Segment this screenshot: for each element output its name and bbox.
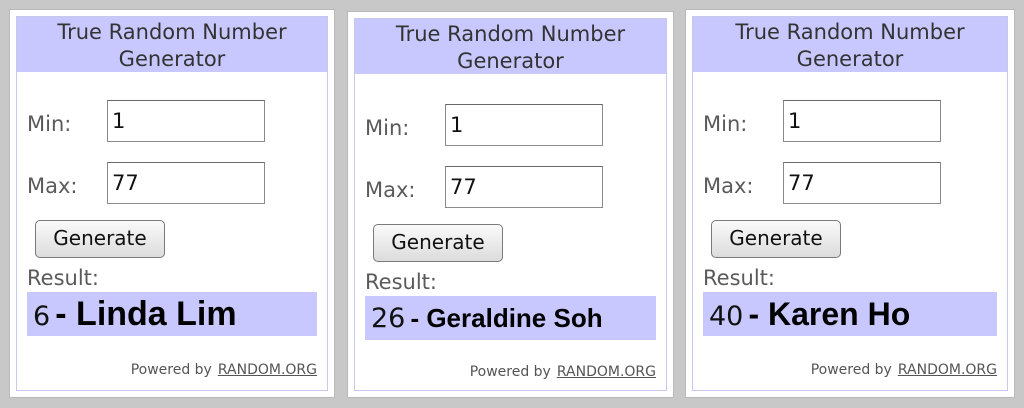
generate-button[interactable]: Generate — [711, 220, 841, 258]
random-org-link[interactable]: RANDOM.ORG — [557, 364, 656, 380]
powered-by-text: Powered by — [469, 364, 551, 380]
widget-title: True Random Number Generator — [17, 17, 327, 72]
min-input[interactable] — [107, 100, 265, 142]
rng-panel-1: True Random Number Generator Min: Max: G… — [9, 9, 335, 398]
powered-by-text: Powered by — [130, 362, 212, 378]
random-org-link[interactable]: RANDOM.ORG — [898, 362, 997, 378]
rng-widget: True Random Number Generator Min: Max: G… — [692, 16, 1008, 391]
result-label: Result: — [365, 270, 437, 294]
rng-panel-3: True Random Number Generator Min: Max: G… — [685, 9, 1015, 398]
max-label: Max: — [365, 178, 416, 202]
generate-button[interactable]: Generate — [373, 224, 503, 262]
result-display: 6 - Linda Lim — [27, 292, 317, 336]
widget-title: True Random Number Generator — [355, 19, 666, 74]
result-number: 26 — [371, 303, 406, 334]
result-name: - Linda Lim — [55, 295, 237, 333]
generate-button[interactable]: Generate — [35, 220, 165, 258]
result-number: 6 — [33, 301, 51, 332]
max-input[interactable] — [445, 166, 603, 208]
min-input[interactable] — [445, 104, 603, 146]
result-number: 40 — [709, 301, 744, 332]
min-input[interactable] — [783, 100, 941, 142]
result-label: Result: — [27, 266, 99, 290]
rng-widget: True Random Number Generator Min: Max: G… — [16, 16, 328, 391]
min-label: Min: — [703, 112, 748, 136]
result-display: 40 - Karen Ho — [703, 292, 997, 336]
rng-widget: True Random Number Generator Min: Max: G… — [354, 18, 667, 391]
powered-by-text: Powered by — [810, 362, 892, 378]
min-label: Min: — [27, 112, 72, 136]
powered-by: Powered by RANDOM.ORG — [131, 362, 317, 378]
max-input[interactable] — [783, 162, 941, 204]
result-display: 26 - Geraldine Soh — [365, 296, 656, 340]
rng-panel-2: True Random Number Generator Min: Max: G… — [347, 11, 674, 398]
max-input[interactable] — [107, 162, 265, 204]
result-name: - Geraldine Soh — [410, 303, 603, 333]
max-label: Max: — [27, 174, 78, 198]
result-name: - Karen Ho — [748, 296, 911, 332]
result-label: Result: — [703, 266, 775, 290]
powered-by: Powered by RANDOM.ORG — [811, 362, 997, 378]
powered-by: Powered by RANDOM.ORG — [470, 364, 656, 380]
max-label: Max: — [703, 174, 754, 198]
min-label: Min: — [365, 116, 410, 140]
widget-title: True Random Number Generator — [693, 17, 1007, 72]
random-org-link[interactable]: RANDOM.ORG — [218, 362, 317, 378]
